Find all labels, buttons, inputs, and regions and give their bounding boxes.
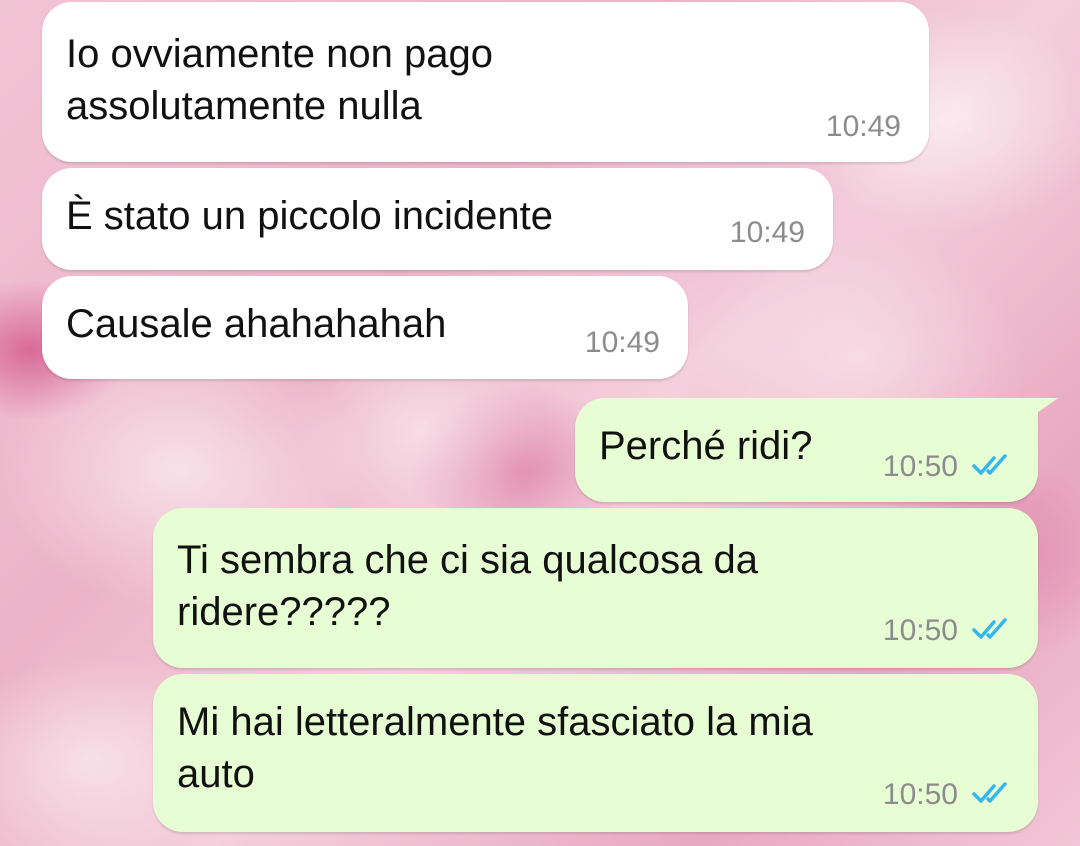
message-timestamp: 10:49: [825, 110, 901, 143]
message-bubble-outgoing[interactable]: Ti sembra che ci sia qualcosa da ridere?…: [153, 508, 1038, 668]
message-text: Ti sembra che ci sia qualcosa da: [177, 538, 759, 582]
message-text: Perché ridi?: [599, 424, 813, 468]
bubble-tail: [1030, 398, 1058, 418]
message-text: Causale ahahahahah: [66, 302, 447, 346]
message-bubble-incoming[interactable]: Causale ahahahahah 10:49: [42, 276, 688, 379]
message-timestamp: 10:49: [584, 326, 660, 359]
message-timestamp: 10:50: [882, 778, 958, 811]
message-bubble-outgoing[interactable]: Mi hai letteralmente sfasciato la mia au…: [153, 674, 1038, 832]
message-timestamp: 10:50: [882, 450, 958, 483]
message-text: Mi hai letteralmente sfasciato la mia: [177, 700, 813, 744]
message-bubble-outgoing[interactable]: Perché ridi? 10:50: [575, 398, 1038, 502]
message-timestamp: 10:50: [882, 614, 958, 647]
message-text: Io ovviamente non pago: [66, 32, 493, 76]
message-bubble-incoming[interactable]: Io ovviamente non pago assolutamente nul…: [42, 2, 929, 162]
message-bubble-incoming[interactable]: È stato un piccolo incidente 10:49: [42, 168, 833, 270]
message-text: È stato un piccolo incidente: [66, 194, 553, 238]
message-timestamp: 10:49: [729, 216, 805, 249]
double-check-icon: [972, 454, 1007, 475]
double-check-icon: [972, 782, 1007, 803]
message-text: assolutamente nulla: [66, 84, 422, 128]
message-text: auto: [177, 752, 255, 796]
message-text: ridere?????: [177, 590, 391, 634]
double-check-icon: [972, 618, 1007, 639]
